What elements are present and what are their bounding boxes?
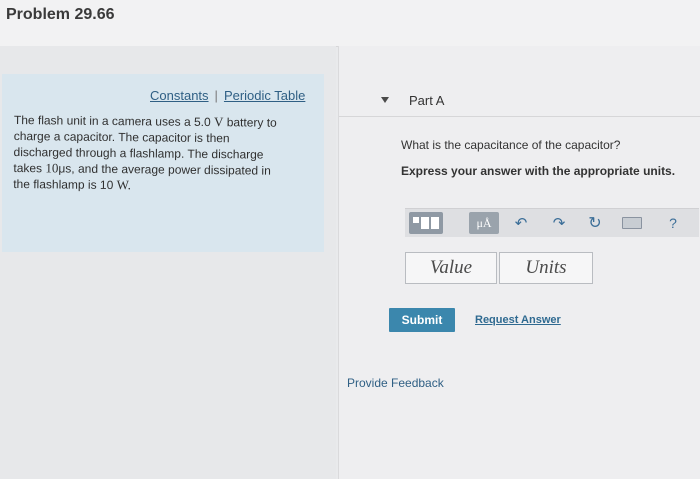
keyboard-icon	[622, 217, 642, 229]
request-answer-link[interactable]: Request Answer	[475, 314, 561, 326]
volt-unit: V	[213, 114, 224, 130]
problem-text-run: the flashlamp is 10	[13, 176, 117, 193]
problem-text-run: The flash unit in a camera uses a 5.0	[13, 112, 215, 130]
reset-icon[interactable]: ↻	[585, 212, 605, 234]
problem-text-run: .	[127, 177, 132, 193]
watt-unit: W	[116, 177, 128, 193]
undo-icon[interactable]: ↶	[511, 212, 531, 234]
resource-links: Constants | Periodic Table	[150, 88, 305, 103]
links-separator: |	[214, 88, 218, 103]
problem-panel: Constants | Periodic Table The flash unit …	[0, 46, 336, 479]
help-icon[interactable]: ?	[663, 212, 683, 234]
answer-inputs: Value Units	[405, 252, 595, 286]
constants-link[interactable]: Constants	[150, 88, 209, 103]
problem-line: the flashlamp is 10 W.	[13, 176, 305, 195]
template-square	[421, 217, 429, 229]
units-button[interactable]: μÅ	[469, 212, 499, 234]
time-value: 10	[45, 160, 59, 176]
problem-text-run: takes	[13, 160, 46, 176]
submit-button[interactable]: Submit	[389, 308, 455, 332]
microsecond-unit: μs	[58, 161, 72, 176]
templates-button[interactable]	[409, 212, 443, 234]
keyboard-button[interactable]	[621, 212, 643, 234]
periodic-table-link[interactable]: Periodic Table	[224, 88, 305, 103]
units-input[interactable]: Units	[499, 252, 593, 284]
answer-panel: Part A What is the capacitance of the ca…	[338, 46, 700, 479]
part-a-header[interactable]: Part A	[339, 74, 700, 117]
provide-feedback-link[interactable]: Provide Feedback	[347, 376, 444, 390]
problem-info-box: Constants | Periodic Table The flash unit …	[2, 74, 324, 252]
templates-icon	[413, 217, 439, 229]
instruction-text: Express your answer with the appropriate…	[401, 164, 676, 178]
caret-down-icon[interactable]	[381, 97, 389, 103]
redo-icon[interactable]: ↷	[549, 212, 569, 234]
answer-toolbar: μÅ ↶ ↷ ↻ ?	[405, 208, 699, 237]
page-title: Problem 29.66	[6, 6, 115, 23]
template-square	[431, 217, 439, 229]
value-input[interactable]: Value	[405, 252, 497, 284]
part-label: Part A	[409, 93, 445, 108]
problem-statement: The flash unit in a camera uses a 5.0 V …	[13, 112, 306, 195]
page-header: Problem 29.66	[0, 0, 700, 47]
problem-text-run: , and the average power dissipated in	[71, 161, 271, 178]
template-square	[413, 217, 419, 223]
problem-text-run: battery to	[223, 115, 277, 130]
question-text: What is the capacitance of the capacitor…	[401, 138, 621, 152]
